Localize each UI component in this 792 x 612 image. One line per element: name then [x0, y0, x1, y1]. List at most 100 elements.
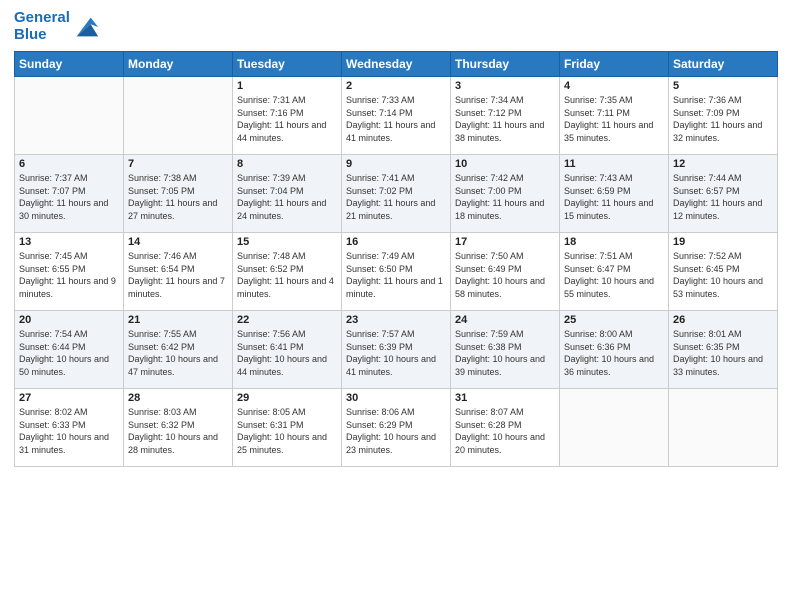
day-number: 22	[237, 314, 337, 326]
day-number: 19	[673, 236, 773, 248]
calendar-cell: 28Sunrise: 8:03 AM Sunset: 6:32 PM Dayli…	[124, 389, 233, 467]
day-info: Sunrise: 7:36 AM Sunset: 7:09 PM Dayligh…	[673, 94, 773, 144]
day-number: 26	[673, 314, 773, 326]
day-info: Sunrise: 8:05 AM Sunset: 6:31 PM Dayligh…	[237, 406, 337, 456]
day-number: 1	[237, 80, 337, 92]
day-info: Sunrise: 7:57 AM Sunset: 6:39 PM Dayligh…	[346, 328, 446, 378]
header-thursday: Thursday	[451, 52, 560, 77]
day-info: Sunrise: 7:46 AM Sunset: 6:54 PM Dayligh…	[128, 250, 228, 300]
day-info: Sunrise: 8:03 AM Sunset: 6:32 PM Dayligh…	[128, 406, 228, 456]
day-info: Sunrise: 7:50 AM Sunset: 6:49 PM Dayligh…	[455, 250, 555, 300]
day-info: Sunrise: 7:33 AM Sunset: 7:14 PM Dayligh…	[346, 94, 446, 144]
calendar-cell: 13 Sunrise: 7:45 AM Sunset: 6:55 PM Dayli…	[15, 233, 124, 311]
day-number: 18	[564, 236, 664, 248]
calendar-cell: 4Sunrise: 7:35 AM Sunset: 7:11 PM Daylig…	[560, 77, 669, 155]
week-row-3: 20Sunrise: 7:54 AM Sunset: 6:44 PM Dayli…	[15, 311, 778, 389]
day-number: 2	[346, 80, 446, 92]
calendar-cell: 7 Sunrise: 7:38 AM Sunset: 7:05 PM Daylig…	[124, 155, 233, 233]
calendar-cell: 3Sunrise: 7:34 AM Sunset: 7:12 PM Daylig…	[451, 77, 560, 155]
day-number: 8	[237, 158, 337, 170]
logo-blue-text: Blue	[14, 26, 47, 43]
day-number: 24	[455, 314, 555, 326]
header-tuesday: Tuesday	[233, 52, 342, 77]
day-info: Sunrise: 7:55 AM Sunset: 6:42 PM Dayligh…	[128, 328, 228, 378]
day-number: 16	[346, 236, 446, 248]
calendar-cell: 30 Sunrise: 8:06 AM Sunset: 6:29 PM Dayli…	[342, 389, 451, 467]
day-info: Sunrise: 8:00 AM Sunset: 6:36 PM Dayligh…	[564, 328, 664, 378]
day-info: Sunrise: 7:45 AM Sunset: 6:55 PM Dayligh…	[19, 250, 119, 300]
day-number: 3	[455, 80, 555, 92]
header-row: SundayMondayTuesdayWednesdayThursdayFrid…	[15, 52, 778, 77]
logo-general: General	[14, 9, 70, 26]
week-row-1: 6Sunrise: 7:37 AM Sunset: 7:07 PM Daylig…	[15, 155, 778, 233]
day-info: Sunrise: 7:31 AM Sunset: 7:16 PM Dayligh…	[237, 94, 337, 144]
calendar-cell: 10Sunrise: 7:42 AM Sunset: 7:00 PM Dayli…	[451, 155, 560, 233]
calendar-table: SundayMondayTuesdayWednesdayThursdayFrid…	[14, 51, 778, 467]
calendar-cell	[15, 77, 124, 155]
day-number: 23	[346, 314, 446, 326]
day-number: 15	[237, 236, 337, 248]
day-number: 29	[237, 392, 337, 404]
calendar-cell	[669, 389, 778, 467]
day-number: 5	[673, 80, 773, 92]
calendar-cell: 29 Sunrise: 8:05 AM Sunset: 6:31 PM Dayli…	[233, 389, 342, 467]
header-monday: Monday	[124, 52, 233, 77]
day-info: Sunrise: 7:49 AM Sunset: 6:50 PM Dayligh…	[346, 250, 446, 300]
calendar-cell: 19 Sunrise: 7:52 AM Sunset: 6:45 PM Dayli…	[669, 233, 778, 311]
logo: General Blue	[14, 10, 100, 43]
day-info: Sunrise: 7:43 AM Sunset: 6:59 PM Dayligh…	[564, 172, 664, 222]
day-number: 25	[564, 314, 664, 326]
day-number: 7	[128, 158, 228, 170]
week-row-2: 13 Sunrise: 7:45 AM Sunset: 6:55 PM Dayli…	[15, 233, 778, 311]
calendar-cell	[124, 77, 233, 155]
day-info: Sunrise: 7:56 AM Sunset: 6:41 PM Dayligh…	[237, 328, 337, 378]
day-info: Sunrise: 7:48 AM Sunset: 6:52 PM Dayligh…	[237, 250, 337, 300]
day-number: 12	[673, 158, 773, 170]
calendar-cell: 25 Sunrise: 8:00 AM Sunset: 6:36 PM Dayli…	[560, 311, 669, 389]
day-info: Sunrise: 8:06 AM Sunset: 6:29 PM Dayligh…	[346, 406, 446, 456]
day-number: 17	[455, 236, 555, 248]
day-info: Sunrise: 7:35 AM Sunset: 7:11 PM Dayligh…	[564, 94, 664, 144]
day-info: Sunrise: 8:02 AM Sunset: 6:33 PM Dayligh…	[19, 406, 119, 456]
calendar-cell: 21 Sunrise: 7:55 AM Sunset: 6:42 PM Dayli…	[124, 311, 233, 389]
day-number: 10	[455, 158, 555, 170]
day-number: 27	[19, 392, 119, 404]
day-info: Sunrise: 7:51 AM Sunset: 6:47 PM Dayligh…	[564, 250, 664, 300]
calendar-cell: 17 Sunrise: 7:50 AM Sunset: 6:49 PM Dayli…	[451, 233, 560, 311]
calendar-cell: 31 Sunrise: 8:07 AM Sunset: 6:28 PM Dayli…	[451, 389, 560, 467]
day-number: 6	[19, 158, 119, 170]
day-info: Sunrise: 7:38 AM Sunset: 7:05 PM Dayligh…	[128, 172, 228, 222]
calendar-cell	[560, 389, 669, 467]
day-number: 21	[128, 314, 228, 326]
calendar-cell: 6Sunrise: 7:37 AM Sunset: 7:07 PM Daylig…	[15, 155, 124, 233]
calendar-cell: 14 Sunrise: 7:46 AM Sunset: 6:54 PM Dayli…	[124, 233, 233, 311]
day-number: 11	[564, 158, 664, 170]
calendar-cell: 8 Sunrise: 7:39 AM Sunset: 7:04 PM Daylig…	[233, 155, 342, 233]
day-info: Sunrise: 8:07 AM Sunset: 6:28 PM Dayligh…	[455, 406, 555, 456]
logo-icon	[72, 13, 100, 41]
day-number: 31	[455, 392, 555, 404]
calendar-cell: 15 Sunrise: 7:48 AM Sunset: 6:52 PM Dayli…	[233, 233, 342, 311]
calendar-cell: 12 Sunrise: 7:44 AM Sunset: 6:57 PM Dayli…	[669, 155, 778, 233]
calendar-cell: 18 Sunrise: 7:51 AM Sunset: 6:47 PM Dayli…	[560, 233, 669, 311]
week-row-0: 1 Sunrise: 7:31 AM Sunset: 7:16 PM Daylig…	[15, 77, 778, 155]
header: General Blue	[14, 10, 778, 43]
calendar-cell: 5 Sunrise: 7:36 AM Sunset: 7:09 PM Daylig…	[669, 77, 778, 155]
calendar-cell: 27 Sunrise: 8:02 AM Sunset: 6:33 PM Dayli…	[15, 389, 124, 467]
calendar-cell: 20Sunrise: 7:54 AM Sunset: 6:44 PM Dayli…	[15, 311, 124, 389]
calendar-cell: 22 Sunrise: 7:56 AM Sunset: 6:41 PM Dayli…	[233, 311, 342, 389]
day-number: 13	[19, 236, 119, 248]
day-number: 14	[128, 236, 228, 248]
header-sunday: Sunday	[15, 52, 124, 77]
calendar-cell: 9Sunrise: 7:41 AM Sunset: 7:02 PM Daylig…	[342, 155, 451, 233]
day-info: Sunrise: 7:44 AM Sunset: 6:57 PM Dayligh…	[673, 172, 773, 222]
logo-blue: Blue	[14, 27, 70, 44]
day-info: Sunrise: 7:39 AM Sunset: 7:04 PM Dayligh…	[237, 172, 337, 222]
day-info: Sunrise: 7:41 AM Sunset: 7:02 PM Dayligh…	[346, 172, 446, 222]
page: General Blue SundayMondayTuesdayWednesda…	[0, 0, 792, 612]
day-number: 30	[346, 392, 446, 404]
day-info: Sunrise: 7:52 AM Sunset: 6:45 PM Dayligh…	[673, 250, 773, 300]
calendar-cell: 23 Sunrise: 7:57 AM Sunset: 6:39 PM Dayli…	[342, 311, 451, 389]
header-friday: Friday	[560, 52, 669, 77]
calendar-cell: 1 Sunrise: 7:31 AM Sunset: 7:16 PM Daylig…	[233, 77, 342, 155]
